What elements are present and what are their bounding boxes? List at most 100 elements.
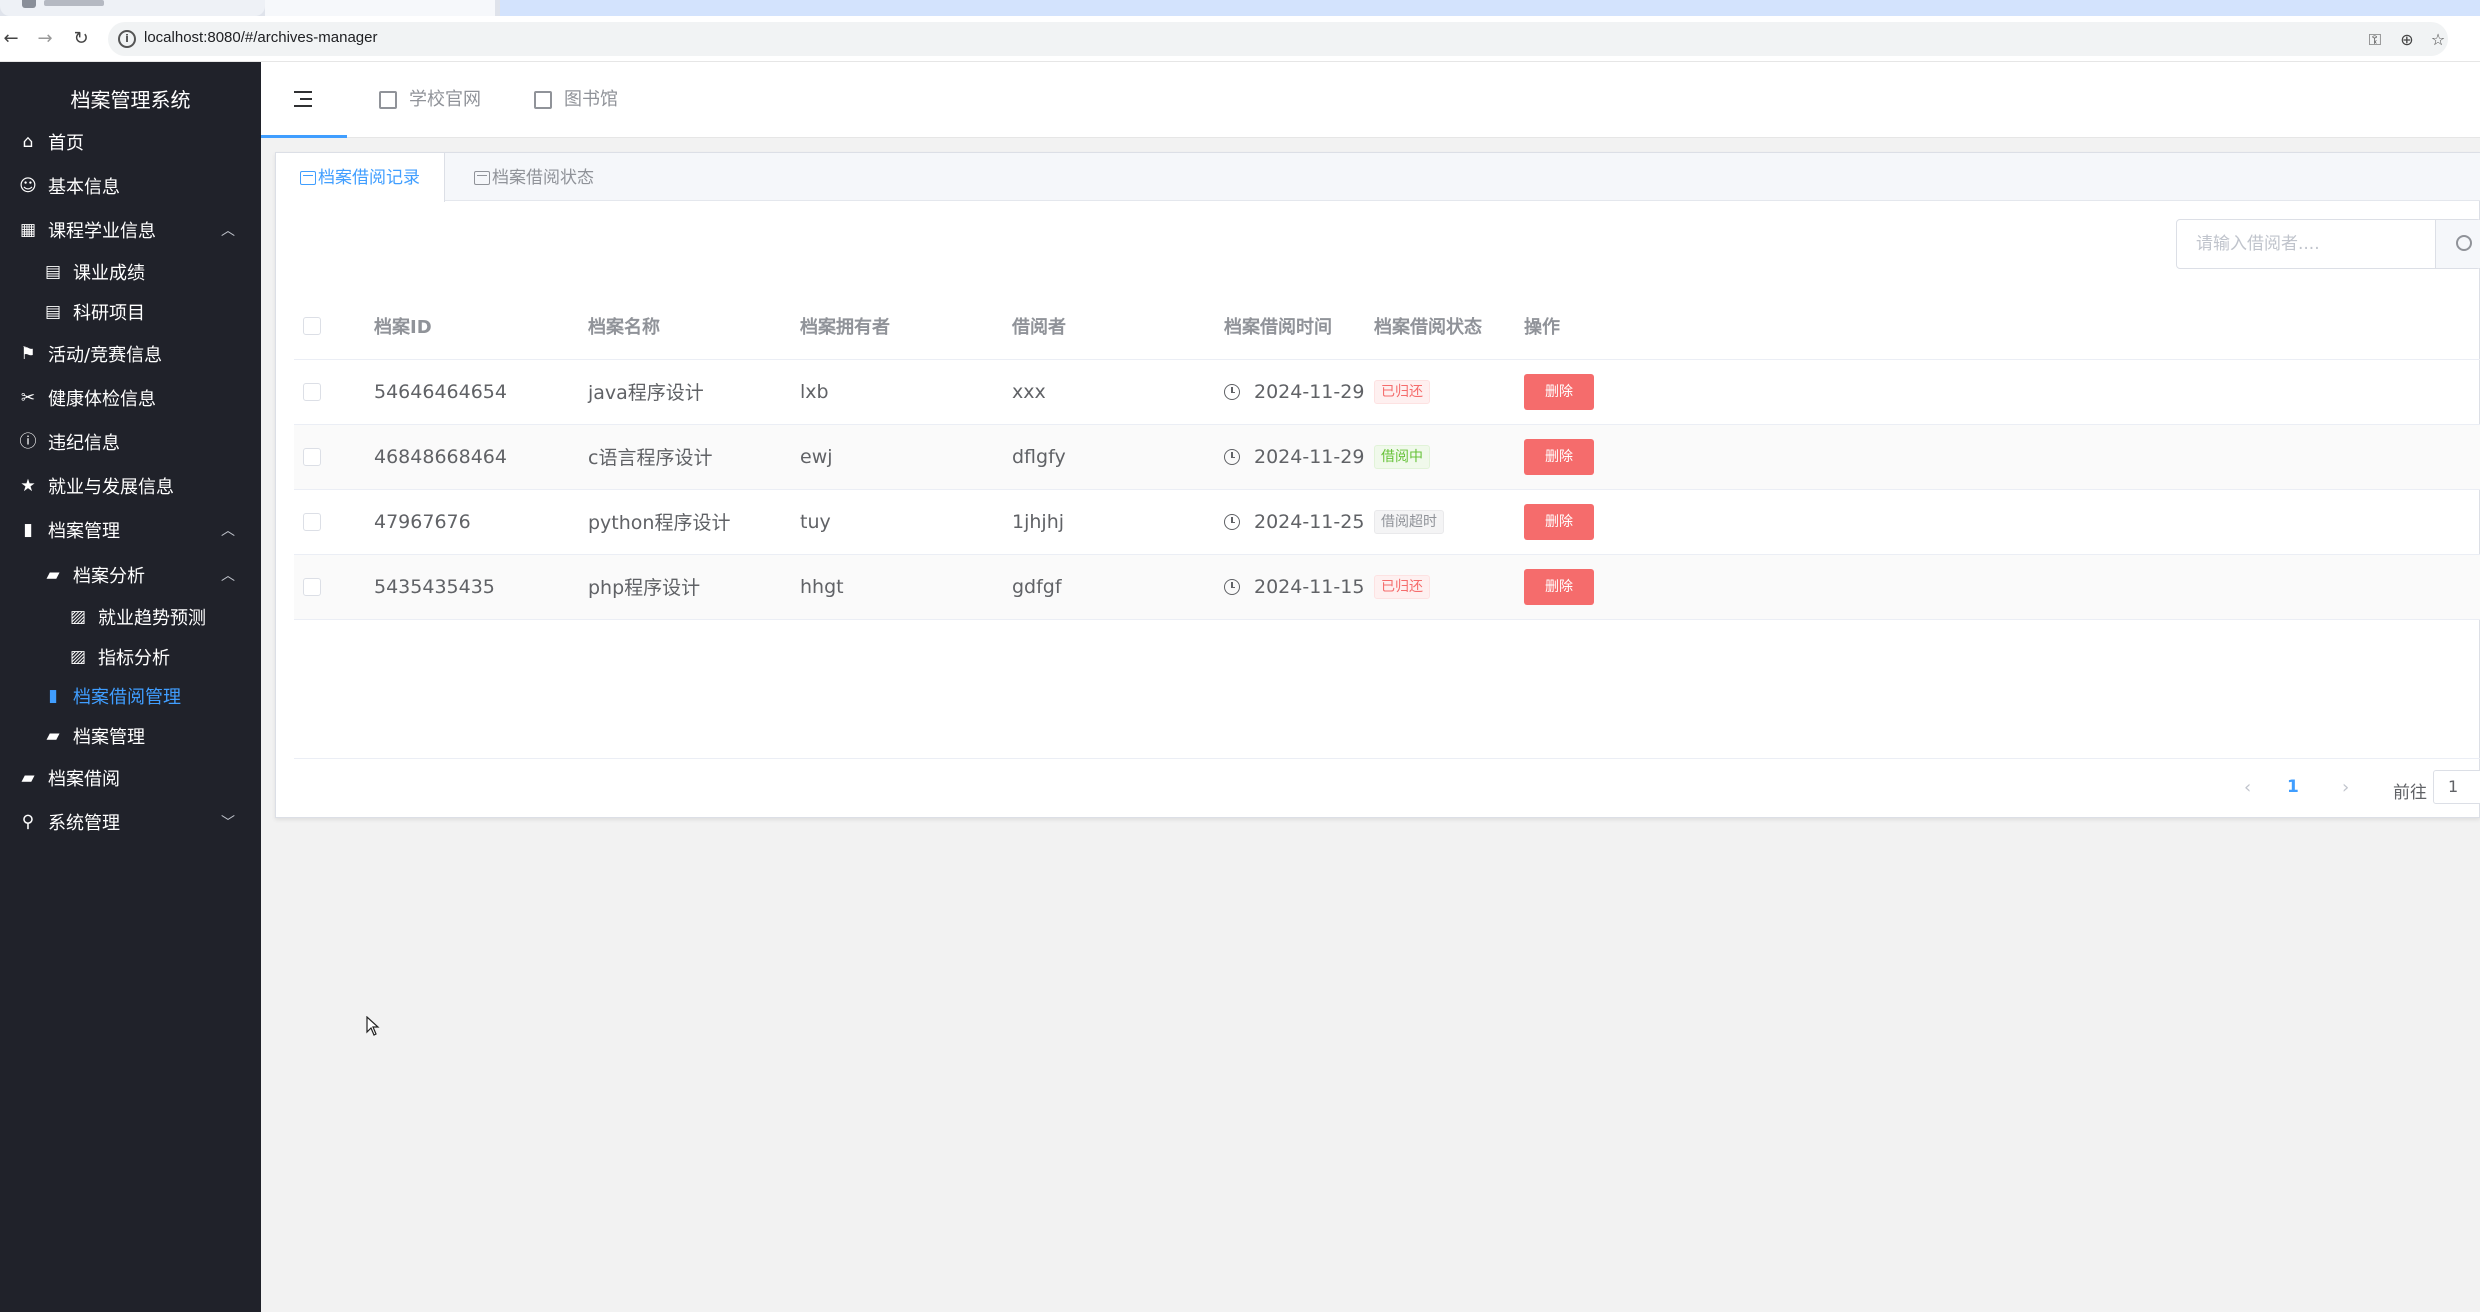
borrow-time-text: 2024-11-29	[1254, 380, 1365, 403]
browser-toolbar: ← → ↻ i localhost:8080/#/archives-manage…	[0, 16, 2480, 62]
cell-archive-name: java程序设计	[588, 359, 800, 425]
chevron-up-icon: ︿	[221, 523, 235, 539]
bookmark-star-icon[interactable]: ☆	[2428, 30, 2448, 50]
column-header: 借阅者	[1012, 293, 1224, 360]
library-link[interactable]: 图书馆	[534, 62, 618, 138]
flag-icon: ⚑	[20, 344, 36, 364]
search-button[interactable]	[2435, 220, 2480, 268]
address-url[interactable]: localhost:8080/#/archives-manager	[144, 29, 377, 46]
cell-borrow-time: 2024-11-15	[1224, 554, 1374, 620]
tab-borrow-status-label: 档案借阅状态	[492, 167, 594, 188]
key-icon[interactable]: ⚿	[2365, 30, 2385, 50]
row-checkbox[interactable]	[303, 448, 321, 466]
search-input[interactable]	[2177, 220, 2435, 268]
cell-archive-name: python程序设计	[588, 489, 800, 555]
column-header: 档案名称	[588, 293, 800, 360]
cell-archive-name: c语言程序设计	[588, 424, 800, 490]
delete-button[interactable]: 删除	[1524, 373, 1594, 410]
row-checkbox[interactable]	[303, 513, 321, 531]
delete-button[interactable]: 删除	[1524, 503, 1594, 540]
zoom-icon[interactable]: ⊕	[2397, 30, 2417, 50]
goto-page-input[interactable]: 1	[2433, 770, 2480, 804]
select-all-checkbox[interactable]	[303, 317, 321, 336]
user-icon: ☺	[19, 176, 37, 196]
cell-borrower: dflgfy	[1012, 424, 1224, 490]
calendar-icon	[300, 170, 316, 185]
school-website-label: 学校官网	[409, 89, 481, 110]
next-page-icon[interactable]: ›	[2342, 777, 2349, 798]
cell-owner: hhgt	[800, 554, 1012, 620]
collapse-menu-button[interactable]	[261, 62, 347, 138]
cell-actions: 删除	[1524, 359, 2480, 425]
tab-borrow-status[interactable]: 档案借阅状态	[450, 153, 618, 202]
building-icon	[379, 91, 397, 109]
info-icon: ⓘ	[19, 432, 37, 452]
cell-actions: 删除	[1524, 489, 2480, 555]
forward-arrow-icon[interactable]: →	[34, 28, 56, 50]
browser-tab[interactable]	[0, 0, 265, 16]
home-icon: ⌂	[22, 132, 34, 152]
cell-actions: 删除	[1524, 554, 2480, 620]
sidebar-item-label: 基本信息	[48, 177, 120, 198]
site-info-icon[interactable]: i	[118, 30, 136, 48]
prev-page-icon[interactable]: ‹	[2244, 777, 2251, 798]
tab-favicon-icon	[22, 0, 36, 8]
clock-icon	[1224, 513, 1240, 530]
borrower-search	[2176, 219, 2480, 269]
cell-owner: lxb	[800, 359, 1012, 425]
table-row: 47967676 python程序设计 tuy 1jhjhj 2024-11-25 借阅超…	[294, 489, 2480, 555]
status-badge: 已归还	[1374, 380, 1430, 404]
cell-status: 借阅中	[1374, 424, 1524, 490]
sidebar-item-label: 活动/竞赛信息	[48, 345, 163, 366]
document-icon: ▤	[44, 262, 62, 282]
cell-borrow-time: 2024-11-25	[1224, 489, 1374, 555]
notebook-icon: ▮	[48, 686, 58, 706]
row-checkbox[interactable]	[303, 578, 321, 596]
tab-borrow-records-label: 档案借阅记录	[318, 167, 420, 188]
cell-borrower: gdfgf	[1012, 554, 1224, 620]
delete-button[interactable]: 删除	[1524, 438, 1594, 475]
cell-status: 借阅超时	[1374, 489, 1524, 555]
sidebar-item[interactable]: ⚲ 系统管理 ﹀	[0, 790, 261, 854]
reload-icon[interactable]: ↻	[70, 28, 92, 50]
mouse-cursor-icon	[366, 1015, 380, 1040]
search-icon	[2456, 235, 2472, 251]
fold-icon	[294, 91, 312, 107]
notebook-icon: ▮	[23, 520, 33, 540]
goto-label: 前往	[2393, 783, 2427, 803]
sidebar-item-label: 就业与发展信息	[48, 477, 174, 498]
wallet-icon: ▰	[46, 726, 60, 746]
tab-borrow-records[interactable]: 档案借阅记录	[276, 153, 445, 202]
back-arrow-icon[interactable]: ←	[0, 28, 22, 50]
sidebar-item-label: 档案借阅	[48, 769, 120, 790]
column-header: 档案借阅时间	[1224, 293, 1374, 360]
table-row: 46848668464 c语言程序设计 ewj dflgfy 2024-11-29 借阅中…	[294, 424, 2480, 490]
browser-tab-strip	[0, 0, 2480, 16]
cell-owner: tuy	[800, 489, 1012, 555]
sidebar-item-label: 档案管理	[48, 521, 120, 542]
borrow-records-card: 档案借阅记录 档案借阅状态 档案ID 档案名称 档案拥有者 借阅者 档案借阅时间…	[275, 152, 2480, 818]
address-bar[interactable]: i localhost:8080/#/archives-manager	[108, 22, 2448, 56]
clock-icon	[1224, 578, 1240, 595]
cell-status: 已归还	[1374, 359, 1524, 425]
borrow-time-text: 2024-11-15	[1254, 575, 1365, 598]
sidebar-item-label: 违纪信息	[48, 433, 120, 454]
tab-title	[44, 0, 104, 6]
clock-icon	[1224, 448, 1240, 465]
cell-archive-id: 46848668464	[374, 424, 588, 490]
cell-archive-name: php程序设计	[588, 554, 800, 620]
browser-tab-active[interactable]	[265, 0, 495, 16]
delete-button[interactable]: 删除	[1524, 568, 1594, 605]
tab-strip-background	[500, 0, 2480, 16]
document-icon: ▤	[44, 302, 62, 322]
cell-actions: 删除	[1524, 424, 2480, 490]
tab-bar: 档案借阅记录 档案借阅状态	[276, 153, 2480, 202]
school-website-link[interactable]: 学校官网	[379, 62, 481, 138]
row-checkbox[interactable]	[303, 383, 321, 401]
top-header: 学校官网 图书馆	[261, 62, 2480, 138]
status-badge: 已归还	[1374, 575, 1430, 599]
current-page[interactable]: 1	[2287, 777, 2299, 797]
table-row: 5435435435 php程序设计 hhgt gdfgf 2024-11-15 已归还 删…	[294, 554, 2480, 620]
grid-icon: ▦	[19, 220, 37, 240]
chevron-down-icon: ﹀	[221, 815, 235, 831]
